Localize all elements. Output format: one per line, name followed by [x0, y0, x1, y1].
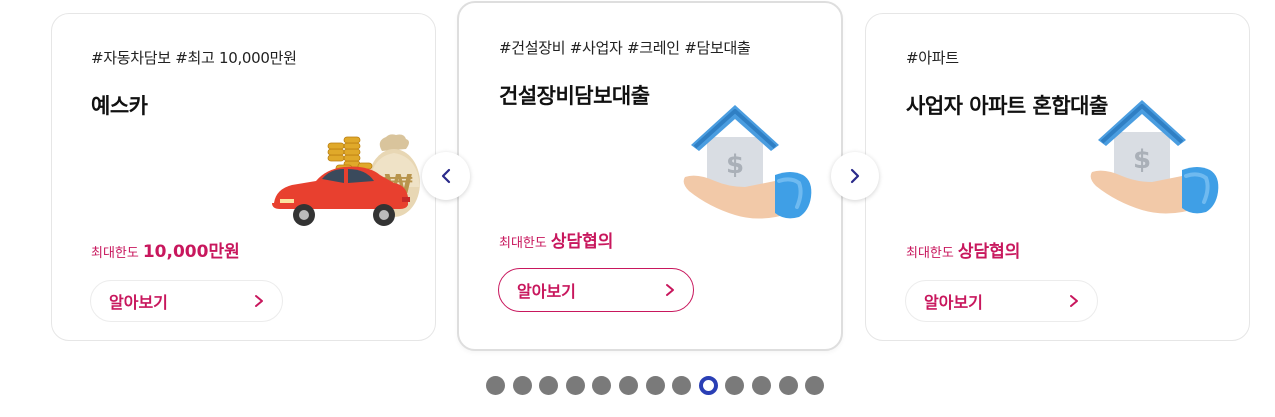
learn-more-button[interactable]: 알아보기 — [498, 268, 694, 312]
card-title: 사업자 아파트 혼합대출 — [906, 94, 1108, 118]
max-limit: 최대한도 10,000만원 — [91, 237, 240, 262]
pagination-dot[interactable] — [725, 376, 745, 395]
pagination-dot[interactable] — [565, 376, 585, 395]
product-card-construction-equipment[interactable]: #건설장비 #사업자 #크레인 #담보대출 건설장비담보대출 $ 최대한도 상담협… — [457, 1, 843, 351]
max-limit: 최대한도 상담협의 — [499, 227, 613, 252]
card-title: 예스카 — [91, 94, 148, 118]
card-tags: #아파트 — [906, 49, 959, 67]
chevron-right-icon — [255, 295, 263, 307]
carousel-prev-button[interactable] — [422, 152, 470, 200]
max-limit: 최대한도 상담협의 — [906, 237, 1020, 262]
learn-more-label: 알아보기 — [924, 293, 983, 312]
pagination-dot[interactable] — [539, 376, 559, 395]
car-with-money-icon: ₩ — [272, 134, 420, 226]
chevron-right-icon — [850, 168, 860, 184]
carousel-pagination — [486, 376, 825, 395]
chevron-right-icon — [666, 284, 674, 296]
svg-text:$: $ — [1133, 145, 1151, 175]
card-title: 건설장비담보대출 — [499, 84, 650, 108]
card-tags: #자동차담보 #최고 10,000만원 — [91, 49, 297, 67]
pagination-dot[interactable] — [778, 376, 798, 395]
learn-more-label: 알아보기 — [109, 293, 168, 312]
max-limit-label: 최대한도 — [499, 236, 547, 251]
card-tags: #건설장비 #사업자 #크레인 #담보대출 — [499, 39, 751, 57]
pagination-dot[interactable] — [512, 376, 532, 395]
product-card-yescar[interactable]: #자동차담보 #최고 10,000만원 예스카 ₩ 최대한도10,0 — [51, 13, 436, 341]
max-limit-value: 10,000만원 — [142, 242, 240, 262]
house-in-hand-icon: $ — [1090, 100, 1219, 214]
pagination-dot[interactable] — [672, 376, 692, 395]
pagination-dot[interactable] — [592, 376, 612, 395]
learn-more-label: 알아보기 — [517, 282, 576, 301]
pagination-dot-active[interactable] — [698, 376, 718, 395]
pagination-dot[interactable] — [486, 376, 505, 395]
pagination-dot[interactable] — [751, 376, 771, 395]
pagination-dot[interactable] — [805, 376, 825, 395]
max-limit-label: 최대한도 — [91, 246, 139, 261]
chevron-left-icon — [441, 168, 451, 184]
carousel-next-button[interactable] — [831, 152, 879, 200]
learn-more-button[interactable]: 알아보기 — [90, 280, 283, 322]
pagination-dot[interactable] — [618, 376, 638, 395]
max-limit-label: 최대한도 — [906, 246, 954, 261]
product-card-business-apartment[interactable]: #아파트 $ 사업자 아파트 혼합대출 최대한도 상담협의 알아보기 — [865, 13, 1250, 341]
house-in-hand-icon: $ — [683, 105, 812, 219]
learn-more-button[interactable]: 알아보기 — [905, 280, 1098, 322]
max-limit-value: 상담협의 — [957, 242, 1021, 262]
pagination-dot[interactable] — [645, 376, 665, 395]
max-limit-value: 상담협의 — [550, 232, 614, 252]
chevron-right-icon — [1070, 295, 1078, 307]
svg-text:$: $ — [726, 150, 744, 180]
